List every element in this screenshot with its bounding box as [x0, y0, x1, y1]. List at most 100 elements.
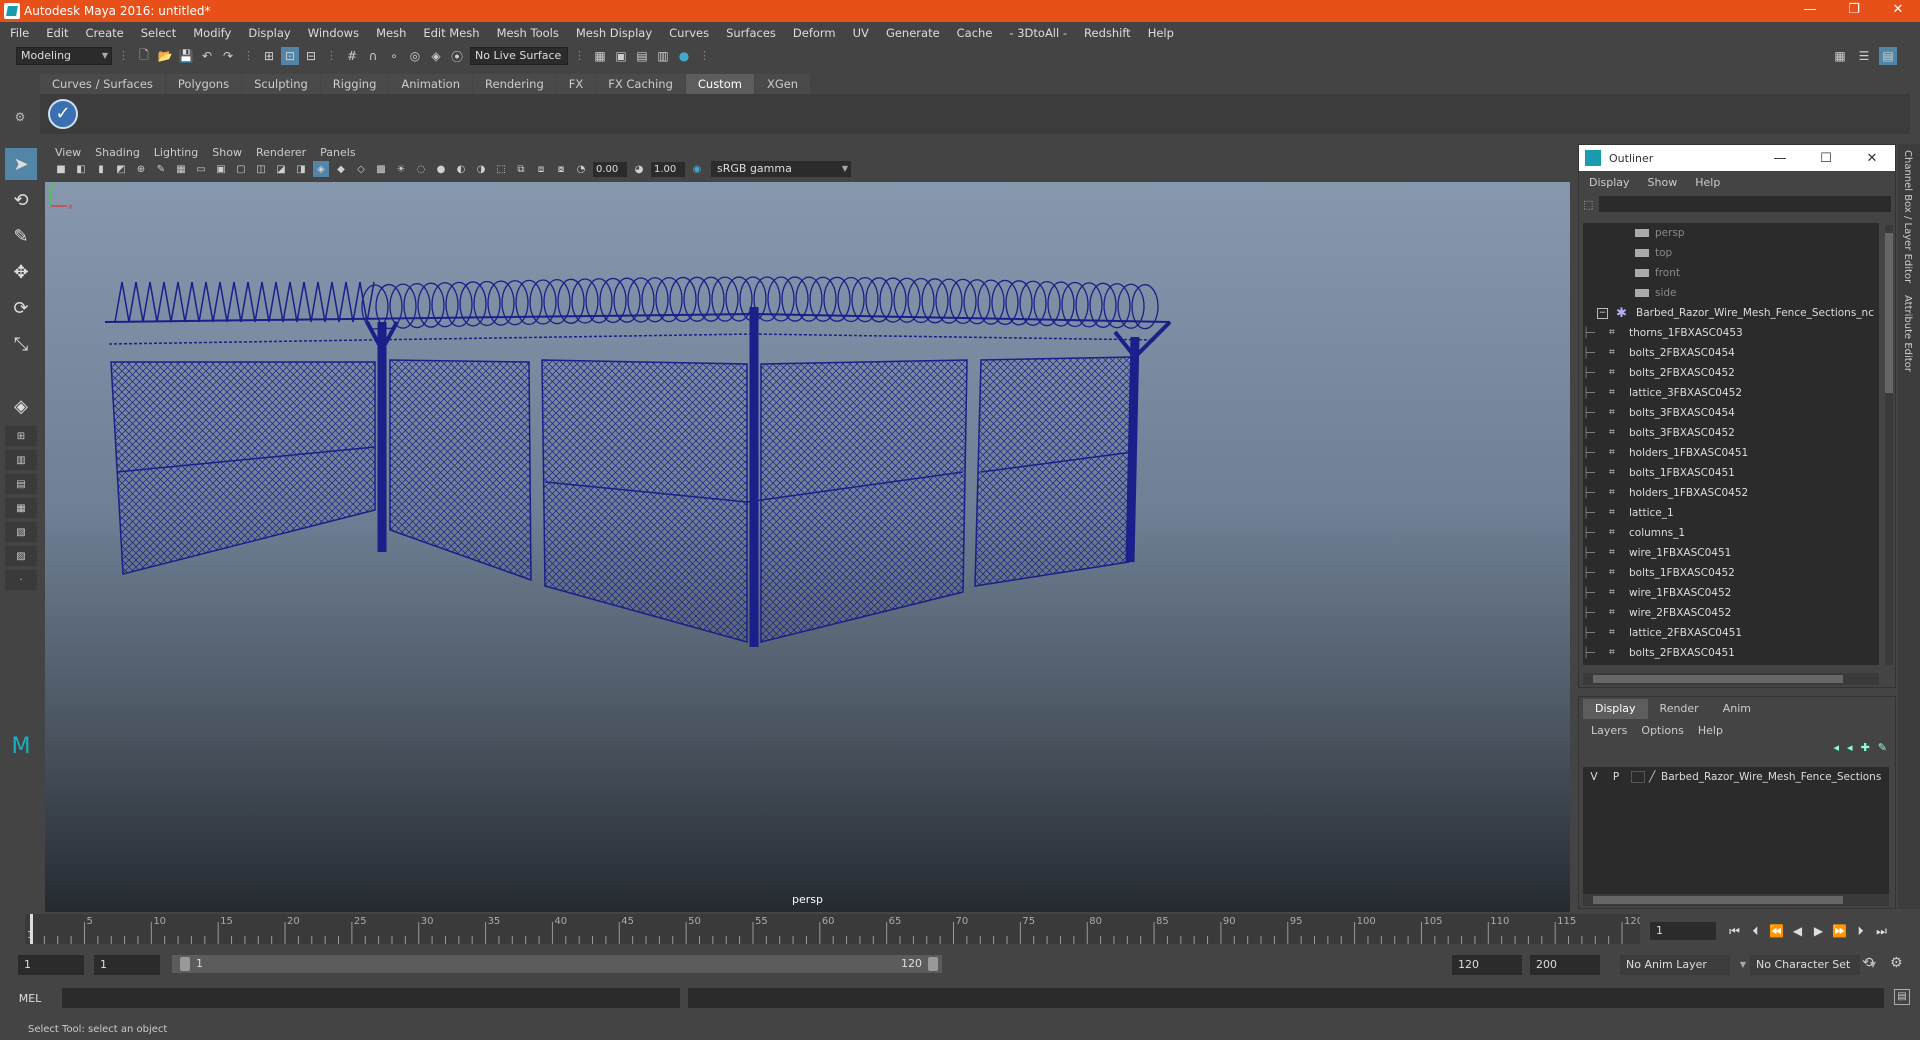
menu-display[interactable]: Display: [248, 26, 290, 40]
menu-set-dropdown[interactable]: Modeling: [16, 47, 112, 65]
undo-icon[interactable]: ↶: [198, 47, 216, 65]
xray-joints-icon[interactable]: ⧈: [533, 161, 549, 177]
list-item[interactable]: ├─ ⌗ bolts_2FBXASC0452: [1583, 363, 1879, 383]
outliner-search-input[interactable]: [1599, 196, 1891, 212]
snap-view-plane-icon[interactable]: ◎: [406, 47, 424, 65]
render-view-icon[interactable]: ▦: [591, 47, 609, 65]
move-layer-down-icon[interactable]: ◂: [1847, 741, 1853, 761]
snap-point-icon[interactable]: ∘: [385, 47, 403, 65]
list-item[interactable]: − ✱ Barbed_Razor_Wire_Mesh_Fence_Sections_…: [1583, 303, 1879, 323]
play-backwards-icon[interactable]: ◀: [1787, 924, 1808, 938]
step-back-frame-icon[interactable]: ⏴: [1745, 924, 1766, 939]
save-scene-icon[interactable]: 💾: [177, 47, 195, 65]
outliner-maximize-button[interactable]: ☐: [1803, 151, 1849, 166]
grid-icon[interactable]: ▦: [173, 161, 189, 177]
layer-horizontal-scrollbar[interactable]: [1583, 894, 1889, 906]
persp-graph-layout-icon[interactable]: ▤: [5, 474, 37, 494]
menu-windows[interactable]: Windows: [308, 26, 359, 40]
shadows-icon[interactable]: ◌: [413, 161, 429, 177]
motion-blur-icon[interactable]: ◐: [453, 161, 469, 177]
tab-attribute-editor[interactable]: Attribute Editor: [1898, 289, 1913, 378]
tab-rendering[interactable]: Rendering: [473, 74, 556, 94]
list-item[interactable]: ├─ ⌗ wire_1FBXASC0452: [1583, 583, 1879, 603]
list-item[interactable]: ├─ ⌗ bolts_2FBXASC0454: [1583, 343, 1879, 363]
ol-menu-help[interactable]: Help: [1695, 176, 1720, 189]
range-end-handle[interactable]: [928, 957, 938, 971]
isolate-select-icon[interactable]: ⬚: [493, 161, 509, 177]
select-component-icon[interactable]: ⊟: [302, 47, 320, 65]
outliner-minimize-button[interactable]: —: [1757, 151, 1803, 166]
grease-pencil-icon[interactable]: ✎: [153, 161, 169, 177]
channel-box-toggle-icon[interactable]: ▤: [1879, 47, 1897, 65]
wireframe-on-shaded-icon[interactable]: ◇: [353, 161, 369, 177]
ipr-render-icon[interactable]: ▤: [633, 47, 651, 65]
single-perspective-layout-icon[interactable]: ◈: [5, 390, 37, 422]
menu-3dtoall[interactable]: - 3DtoAll -: [1009, 26, 1067, 40]
list-item[interactable]: ├─ ⌗ bolts_2FBXASC0451: [1583, 643, 1879, 663]
view-transform-dropdown[interactable]: sRGB gamma: [711, 161, 851, 177]
new-layer-icon[interactable]: ✚: [1861, 741, 1870, 761]
playback-end-field[interactable]: 120: [1452, 955, 1522, 975]
perspective-viewport[interactable]: y x persp: [45, 182, 1570, 912]
more-layouts-icon[interactable]: ·: [5, 570, 37, 590]
new-layer-selected-icon[interactable]: ✎: [1878, 741, 1887, 761]
range-slider[interactable]: 1 120: [172, 955, 942, 973]
play-forwards-icon[interactable]: ▶: [1808, 924, 1829, 938]
wireframe-icon[interactable]: ◈: [313, 161, 329, 177]
menu-mesh-tools[interactable]: Mesh Tools: [497, 26, 559, 40]
layer-row[interactable]: V P ╱ Barbed_Razor_Wire_Mesh_Fence_Secti…: [1583, 767, 1889, 787]
make-live-icon[interactable]: ⦿: [448, 47, 466, 65]
list-item[interactable]: ├─ ⌗ lattice_3FBXASC0452: [1583, 383, 1879, 403]
snap-grid-icon[interactable]: #: [343, 47, 361, 65]
persp-outliner-layout-icon[interactable]: ▥: [5, 450, 37, 470]
playback-toggle[interactable]: P: [1605, 771, 1627, 783]
snap-curve-icon[interactable]: ∩: [364, 47, 382, 65]
list-item[interactable]: ├─ ⌗ bolts_3FBXASC0452: [1583, 423, 1879, 443]
layer-color-swatch[interactable]: [1631, 771, 1645, 783]
animation-start-field[interactable]: 1: [18, 955, 84, 975]
list-item[interactable]: side: [1583, 283, 1879, 303]
tab-animation[interactable]: Animation: [389, 74, 473, 94]
script-editor-icon[interactable]: ▤: [1894, 989, 1910, 1005]
tab-rigging[interactable]: Rigging: [320, 74, 389, 94]
select-hierarchy-icon[interactable]: ⊞: [260, 47, 278, 65]
menu-curves[interactable]: Curves: [669, 26, 709, 40]
ly-menu-layers[interactable]: Layers: [1591, 724, 1627, 737]
current-frame-field[interactable]: 1: [1650, 922, 1716, 940]
menu-create[interactable]: Create: [86, 26, 124, 40]
command-input[interactable]: [62, 988, 680, 1008]
tab-fx[interactable]: FX: [556, 74, 596, 94]
exposure-field[interactable]: 0.00: [593, 161, 627, 177]
list-item[interactable]: ├─ ⌗ holders_1FBXASC0452: [1583, 483, 1879, 503]
scale-tool-icon[interactable]: ⤡: [5, 328, 37, 360]
tab-anim[interactable]: Anim: [1711, 699, 1763, 719]
script-language-label[interactable]: MEL: [0, 992, 60, 1005]
exposure-icon[interactable]: ◔: [573, 161, 589, 177]
outliner-close-button[interactable]: ✕: [1849, 151, 1895, 166]
toggle-panels-icon[interactable]: ☰: [1855, 47, 1873, 65]
menu-mesh-display[interactable]: Mesh Display: [576, 26, 652, 40]
list-item[interactable]: ├─ ⌗ bolts_1FBXASC0452: [1583, 563, 1879, 583]
vp-menu-panels[interactable]: Panels: [320, 146, 355, 159]
move-tool-icon[interactable]: ✥: [5, 256, 37, 288]
hypershade-icon[interactable]: ●: [675, 47, 693, 65]
list-item[interactable]: ├─ ⌗ bolts_1FBXASC0451: [1583, 463, 1879, 483]
anti-aliasing-icon[interactable]: ◑: [473, 161, 489, 177]
outliner-vertical-scrollbar[interactable]: [1885, 225, 1893, 665]
menu-help[interactable]: Help: [1148, 26, 1174, 40]
vp-menu-view[interactable]: View: [55, 146, 81, 159]
field-chart-icon[interactable]: ◫: [253, 161, 269, 177]
anim-layer-dropdown[interactable]: No Anim Layer: [1620, 955, 1746, 975]
menu-generate[interactable]: Generate: [886, 26, 940, 40]
redo-icon[interactable]: ↷: [219, 47, 237, 65]
render-layout-icon[interactable]: ▨: [5, 546, 37, 566]
step-forward-frame-icon[interactable]: ⏵: [1850, 924, 1871, 939]
minimize-button[interactable]: —: [1788, 0, 1832, 22]
xray-icon[interactable]: ⧉: [513, 161, 529, 177]
list-item[interactable]: persp: [1583, 223, 1879, 243]
vp-menu-lighting[interactable]: Lighting: [154, 146, 198, 159]
2d-pan-zoom-icon[interactable]: ⊕: [133, 161, 149, 177]
range-start-handle[interactable]: [180, 957, 190, 971]
new-scene-icon[interactable]: 🗋: [135, 47, 153, 65]
checkmark-icon[interactable]: ✓: [48, 99, 78, 129]
